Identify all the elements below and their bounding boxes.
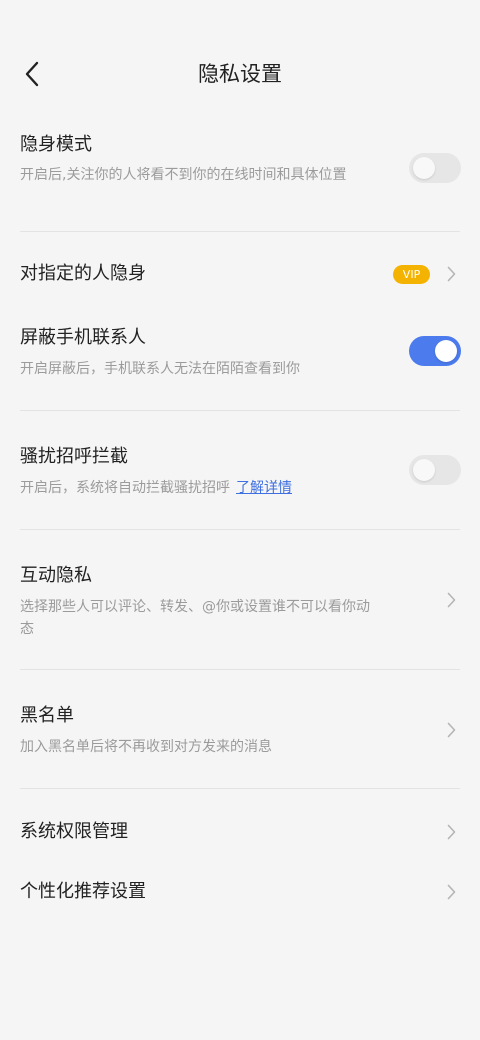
harassment-block-row: 骚扰招呼拦截 开启后，系统将自动拦截骚扰招呼 了解详情 <box>0 442 480 506</box>
divider <box>20 669 460 670</box>
personalized-recommendation-row[interactable]: 个性化推荐设置 <box>0 868 480 916</box>
chevron-right-icon <box>447 824 455 840</box>
divider <box>20 788 460 789</box>
chevron-right-icon <box>447 592 455 608</box>
harassment-block-title: 骚扰招呼拦截 <box>20 446 128 467</box>
learn-more-link[interactable]: 了解详情 <box>236 480 292 496</box>
stealth-mode-row: 隐身模式 开启后,关注你的人将看不到你的在线时间和具体位置 <box>0 128 480 232</box>
blacklist-desc: 加入黑名单后将不再收到对方发来的消息 <box>20 739 272 755</box>
divider <box>20 231 460 232</box>
block-contacts-toggle[interactable] <box>409 336 461 366</box>
stealth-mode-title: 隐身模式 <box>20 134 92 155</box>
hide-from-specific-title: 对指定的人隐身 <box>20 263 146 284</box>
divider <box>20 410 460 411</box>
personalized-recommendation-title: 个性化推荐设置 <box>20 881 146 902</box>
interaction-privacy-title: 互动隐私 <box>20 565 92 586</box>
toggle-knob <box>413 157 435 179</box>
toggle-knob <box>435 340 457 362</box>
system-permissions-row[interactable]: 系统权限管理 <box>0 808 480 856</box>
chevron-right-icon <box>447 266 455 282</box>
harassment-block-desc-text: 开启后，系统将自动拦截骚扰招呼 <box>20 480 230 496</box>
stealth-mode-toggle[interactable] <box>409 153 461 183</box>
system-permissions-title: 系统权限管理 <box>20 821 128 842</box>
blacklist-row[interactable]: 黑名单 加入黑名单后将不再收到对方发来的消息 <box>0 701 480 765</box>
block-contacts-desc: 开启屏蔽后，手机联系人无法在陌陌查看到你 <box>20 361 300 377</box>
interaction-privacy-chevron[interactable] <box>444 590 458 610</box>
hide-from-specific-row[interactable]: 对指定的人隐身 VIP <box>0 250 480 298</box>
blacklist-title: 黑名单 <box>20 705 74 726</box>
harassment-block-toggle[interactable] <box>409 455 461 485</box>
block-contacts-row: 屏蔽手机联系人 开启屏蔽后，手机联系人无法在陌陌查看到你 <box>0 323 480 387</box>
divider <box>20 529 460 530</box>
vip-badge: VIP <box>393 265 430 284</box>
stealth-mode-desc: 开启后,关注你的人将看不到你的在线时间和具体位置 <box>20 167 347 183</box>
privacy-settings-page: 隐私设置 隐身模式 开启后,关注你的人将看不到你的在线时间和具体位置 对指定的人… <box>0 0 480 1040</box>
interaction-privacy-desc: 选择那些人可以评论、转发、@你或设置谁不可以看你动态 <box>20 599 370 637</box>
block-contacts-title: 屏蔽手机联系人 <box>20 327 146 348</box>
hide-from-specific-chevron[interactable] <box>444 264 458 284</box>
chevron-right-icon <box>447 884 455 900</box>
interaction-privacy-row[interactable]: 互动隐私 选择那些人可以评论、转发、@你或设置谁不可以看你动态 <box>0 561 480 641</box>
blacklist-chevron[interactable] <box>444 720 458 740</box>
page-title: 隐私设置 <box>198 62 282 86</box>
header: 隐私设置 <box>0 0 480 148</box>
personalized-recommendation-chevron[interactable] <box>444 882 458 902</box>
chevron-right-icon <box>447 722 455 738</box>
system-permissions-chevron[interactable] <box>444 822 458 842</box>
toggle-knob <box>413 459 435 481</box>
harassment-block-desc: 开启后，系统将自动拦截骚扰招呼 了解详情 <box>20 477 380 499</box>
